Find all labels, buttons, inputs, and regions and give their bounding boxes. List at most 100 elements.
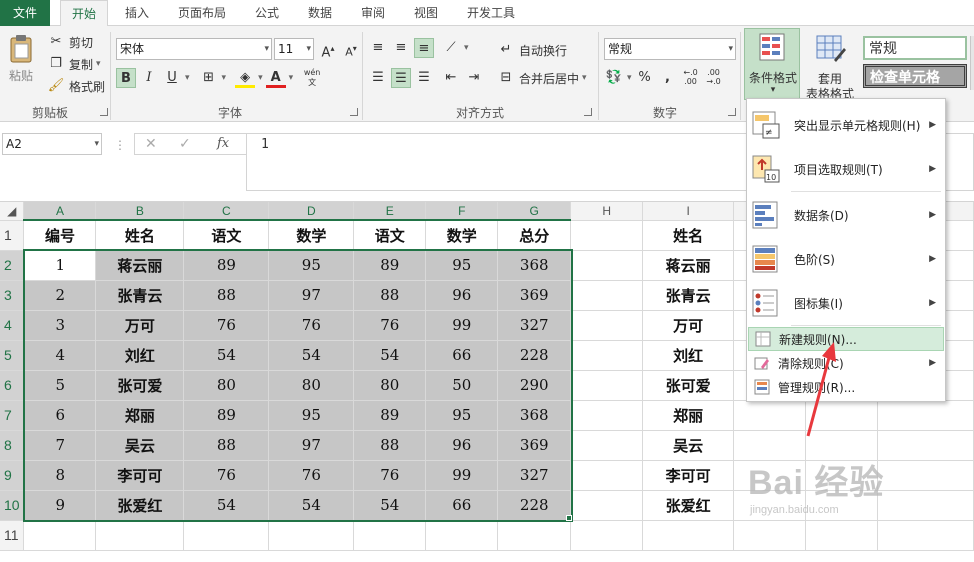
cell[interactable]: 99 [425, 460, 499, 491]
shrink-font-icon[interactable]: A▾ [341, 39, 361, 59]
tab-view[interactable]: 视图 [406, 0, 446, 26]
wrap-text-button[interactable]: ↵ 自动换行 [496, 40, 567, 60]
increase-decimal-icon[interactable]: ←.0.00 [681, 68, 701, 88]
column-header[interactable]: B [95, 202, 185, 221]
column-header[interactable]: I [642, 202, 735, 221]
cell[interactable]: 89 [353, 250, 427, 281]
cell[interactable]: 张青云 [95, 280, 185, 311]
menu-item-highlight-rules[interactable]: ≠ 突出显示单元格规则(H) ▶ [748, 103, 944, 147]
cell[interactable]: 刘红 [642, 340, 735, 371]
cell[interactable]: 80 [268, 370, 355, 401]
cell[interactable]: 3 [23, 310, 97, 341]
cell[interactable]: 88 [353, 430, 427, 461]
cell[interactable]: 万可 [642, 310, 735, 341]
cell[interactable]: 1 [23, 250, 97, 281]
font-name-select[interactable]: 宋体 ▾ [116, 38, 272, 60]
cell[interactable]: 张可爱 [95, 370, 185, 401]
cell[interactable]: 张爱红 [642, 490, 735, 521]
increase-indent-icon[interactable]: ⇥ [464, 68, 484, 88]
cell[interactable]: 54 [183, 340, 270, 371]
cell[interactable] [570, 490, 644, 521]
cell[interactable]: 7 [23, 430, 97, 461]
cell[interactable]: 50 [425, 370, 499, 401]
menu-item-clear-rules[interactable]: 清除规则(C) ▶ [748, 351, 944, 375]
cell[interactable]: 95 [425, 400, 499, 431]
cell[interactable] [570, 280, 644, 311]
tab-developer[interactable]: 开发工具 [458, 0, 524, 26]
cell[interactable]: 369 [497, 280, 572, 311]
column-header[interactable]: D [268, 202, 355, 221]
cell[interactable]: 4 [23, 340, 97, 371]
row-header[interactable]: 6 [0, 370, 25, 401]
cell[interactable]: 54 [268, 340, 355, 371]
cell[interactable]: 290 [497, 370, 572, 401]
cell[interactable]: 数学 [425, 220, 499, 251]
cell[interactable]: 88 [183, 430, 270, 461]
cell[interactable]: 368 [497, 250, 572, 281]
cell[interactable]: 54 [353, 490, 427, 521]
cell[interactable]: 66 [425, 340, 499, 371]
cell[interactable]: 语文 [353, 220, 427, 251]
cell[interactable] [570, 340, 644, 371]
cell[interactable]: 228 [497, 340, 572, 371]
font-launcher-icon[interactable] [350, 108, 358, 116]
comma-button[interactable]: , [658, 68, 678, 88]
format-painter-button[interactable]: 🖌 格式刷 [46, 76, 105, 96]
cell[interactable]: 2 [23, 280, 97, 311]
styles-scrollbar[interactable] [970, 36, 974, 90]
grow-font-icon[interactable]: A▴ [318, 39, 338, 60]
decrease-indent-icon[interactable]: ⇤ [441, 68, 461, 88]
cell[interactable] [570, 220, 644, 251]
cell[interactable]: 张青云 [642, 280, 735, 311]
cell[interactable]: 李可可 [642, 460, 735, 491]
cell[interactable]: 数学 [268, 220, 355, 251]
row-header[interactable]: 10 [0, 490, 25, 521]
row-header[interactable]: 2 [0, 250, 25, 281]
column-header[interactable]: H [570, 202, 644, 221]
name-box[interactable]: A2 ▾ [2, 133, 102, 155]
cell[interactable]: 327 [497, 460, 572, 491]
cell[interactable]: 编号 [23, 220, 97, 251]
row-header[interactable]: 4 [0, 310, 25, 341]
cell[interactable] [353, 520, 427, 551]
cell[interactable]: 吴云 [95, 430, 185, 461]
row-header[interactable]: 8 [0, 430, 25, 461]
align-middle-icon[interactable]: ≡ [391, 38, 411, 58]
copy-button[interactable]: ❐ 复制 ▾ [46, 54, 100, 74]
cell[interactable]: 89 [183, 250, 270, 281]
cell[interactable] [95, 520, 185, 551]
cell[interactable]: 80 [183, 370, 270, 401]
align-top-icon[interactable]: ≡ [368, 38, 388, 58]
alignment-launcher-icon[interactable] [584, 108, 592, 116]
cell[interactable] [877, 520, 974, 551]
row-header[interactable]: 3 [0, 280, 25, 311]
tab-insert[interactable]: 插入 [114, 0, 160, 26]
cell[interactable] [570, 460, 644, 491]
cell[interactable]: 8 [23, 460, 97, 491]
cell[interactable] [570, 310, 644, 341]
insert-function-icon[interactable]: fx [217, 136, 229, 151]
format-as-table-button[interactable]: 套用 表格格式 [800, 30, 860, 101]
number-launcher-icon[interactable] [728, 108, 736, 116]
cell[interactable] [23, 520, 97, 551]
chevron-down-icon[interactable]: ▾ [222, 73, 227, 83]
cell[interactable]: 89 [183, 400, 270, 431]
column-header[interactable]: C [183, 202, 270, 221]
column-header[interactable]: F [425, 202, 499, 221]
cell[interactable]: 88 [353, 280, 427, 311]
cell[interactable]: 97 [268, 430, 355, 461]
cell[interactable]: 张爱红 [95, 490, 185, 521]
cell[interactable] [268, 520, 355, 551]
cell[interactable] [497, 520, 572, 551]
cell[interactable]: 95 [268, 250, 355, 281]
row-header[interactable]: 11 [0, 520, 25, 551]
cell[interactable] [877, 400, 974, 431]
row-header[interactable]: 5 [0, 340, 25, 371]
cell[interactable] [425, 520, 499, 551]
percent-button[interactable]: % [635, 68, 655, 88]
conditional-formatting-button[interactable]: 条件格式 ▾ [744, 28, 800, 100]
cell[interactable]: 76 [183, 310, 270, 341]
cell[interactable]: 96 [425, 280, 499, 311]
menu-item-color-scales[interactable]: 色阶(S) ▶ [748, 237, 944, 281]
cell[interactable]: 76 [353, 310, 427, 341]
